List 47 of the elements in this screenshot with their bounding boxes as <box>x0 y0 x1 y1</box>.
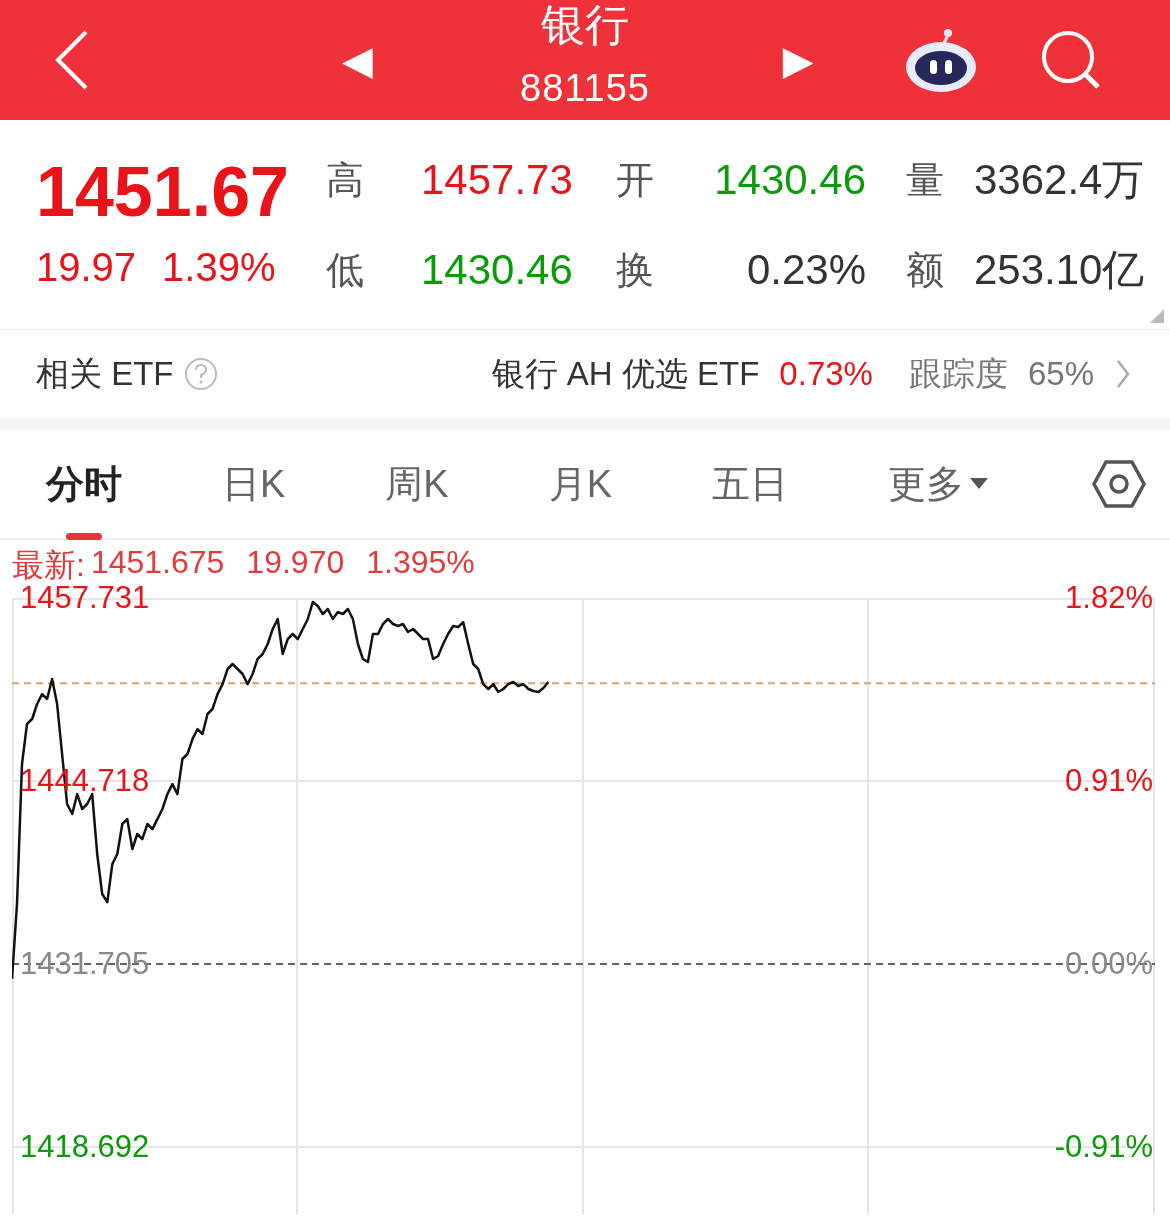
index-code: 881155 <box>520 66 650 110</box>
latest-percent: 1.395% <box>366 544 475 581</box>
stat-value: 1430.46 <box>714 156 866 205</box>
corner-icon <box>1150 309 1164 323</box>
percent-axis-label: 1.82% <box>1065 581 1153 615</box>
chart-tab[interactable]: 周K <box>385 458 449 510</box>
stat-value: 0.23% <box>746 246 866 295</box>
price-change: 19.97 <box>36 244 137 290</box>
stat-label: 额 <box>905 248 945 293</box>
stat-label: 量 <box>905 158 945 203</box>
etf-label: 相关 ETF <box>36 353 174 394</box>
settings-icon[interactable] <box>1092 459 1146 509</box>
chart-tab[interactable]: 五日 <box>712 458 789 510</box>
stat-value: 1430.46 <box>421 246 573 295</box>
next-button[interactable]: ▶ <box>782 37 814 83</box>
percent-axis-label: 0.91% <box>1065 764 1153 798</box>
chart-tab[interactable]: 月K <box>548 458 613 510</box>
stat-label: 高 <box>326 158 365 203</box>
chart-tab[interactable]: 日K <box>222 458 286 510</box>
latest-price: 1451.675 <box>90 544 225 581</box>
price-axis-label: 1418.692 <box>20 1130 150 1164</box>
etf-change: 0.73% <box>779 355 873 393</box>
stat-label: 换 <box>616 248 655 293</box>
stat-label: 开 <box>616 158 655 203</box>
tab-indicator <box>66 532 102 540</box>
percent-change: 1.39% <box>162 244 276 290</box>
price-axis-label: 1431.705 <box>20 947 150 981</box>
caret-icon <box>970 478 989 490</box>
percent-axis-label: 0.00% <box>1065 947 1153 981</box>
chevron-right-icon[interactable] <box>1116 359 1130 389</box>
robot-icon[interactable] <box>903 27 978 93</box>
tracking-value: 65% <box>1027 355 1094 393</box>
latest-change: 19.970 <box>246 544 345 581</box>
chart-tab[interactable]: 分时 <box>46 458 122 510</box>
etf-name[interactable]: 银行 AH 优选 ETF <box>491 351 760 397</box>
previous-button[interactable]: ◀ <box>342 37 373 83</box>
page-title: 银行 <box>541 0 629 50</box>
stat-value: 253.10亿 <box>974 246 1145 295</box>
current-price: 1451.67 <box>36 152 290 232</box>
stat-value: 3362.4万 <box>974 156 1145 205</box>
stat-value: 1457.73 <box>421 156 573 205</box>
percent-axis-label: -0.91% <box>1054 1130 1153 1164</box>
tracking-label: 跟踪度 <box>908 353 1008 394</box>
back-icon <box>54 30 90 90</box>
stat-label: 低 <box>326 248 365 293</box>
search-icon[interactable] <box>1039 30 1102 90</box>
chart-tab[interactable]: 更多 <box>888 458 989 510</box>
